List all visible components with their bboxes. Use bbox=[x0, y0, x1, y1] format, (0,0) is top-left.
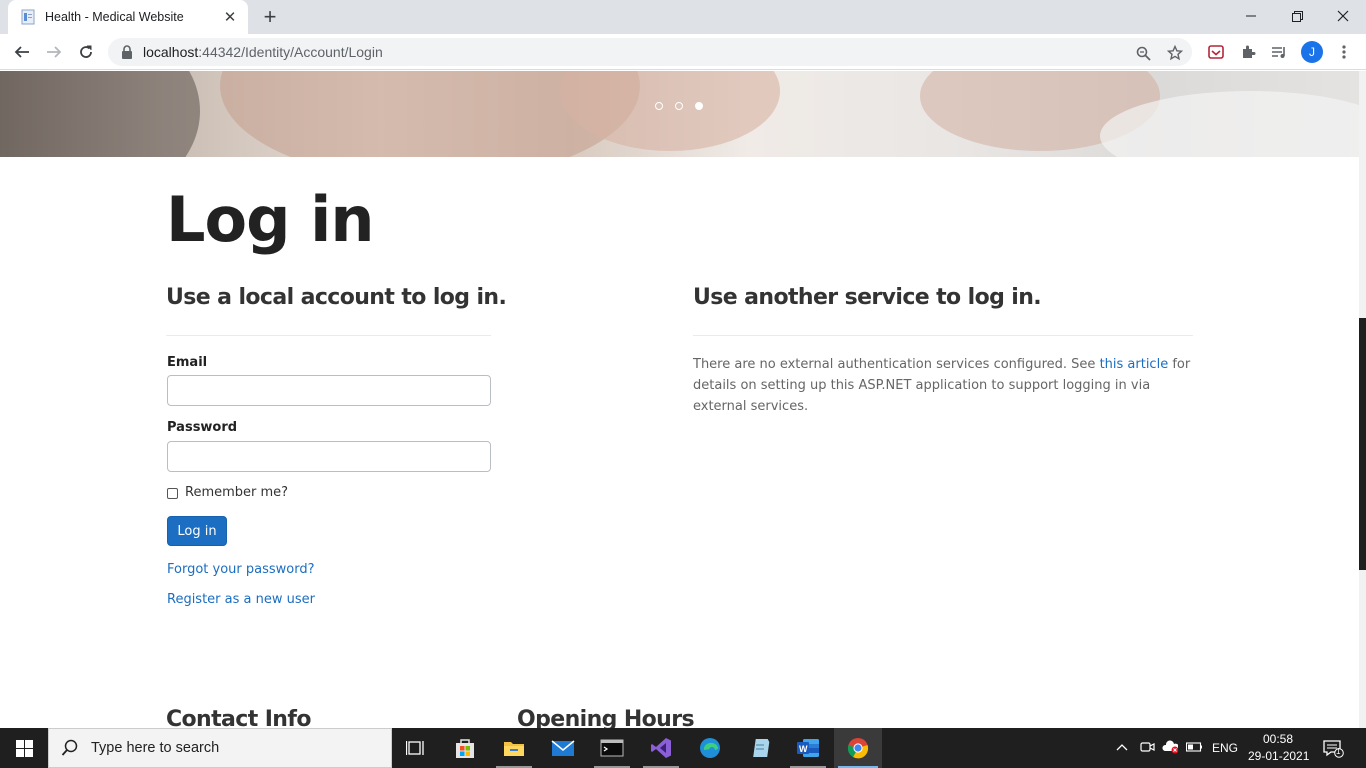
browser-tab-strip: Health - Medical Website ✕ + bbox=[0, 0, 1366, 34]
terminal-app[interactable] bbox=[588, 728, 636, 768]
battery-icon[interactable] bbox=[1186, 739, 1202, 755]
page-title: Log in bbox=[166, 183, 374, 256]
close-window-button[interactable] bbox=[1320, 0, 1366, 32]
lock-icon bbox=[122, 45, 132, 59]
edge-icon bbox=[700, 738, 720, 758]
bookmark-star-icon[interactable] bbox=[1166, 44, 1184, 62]
language-indicator[interactable]: ENG bbox=[1212, 741, 1238, 755]
hero-carousel bbox=[0, 71, 1359, 157]
minimize-icon bbox=[1246, 15, 1256, 17]
search-placeholder: Type here to search bbox=[91, 740, 220, 756]
external-auth-message: There are no external authentication ser… bbox=[693, 354, 1193, 417]
windows-logo-icon bbox=[15, 739, 33, 757]
forward-button[interactable] bbox=[41, 39, 67, 65]
show-hidden-icons[interactable] bbox=[1114, 739, 1130, 755]
carousel-indicators bbox=[655, 102, 703, 110]
new-tab-button[interactable]: + bbox=[258, 4, 282, 29]
chrome-app[interactable] bbox=[834, 728, 882, 768]
carousel-dot-active[interactable] bbox=[695, 102, 703, 110]
task-view-icon bbox=[406, 741, 424, 755]
zoom-icon[interactable] bbox=[1134, 44, 1152, 62]
tab-close-icon[interactable]: ✕ bbox=[222, 9, 238, 26]
task-view-button[interactable] bbox=[392, 728, 440, 768]
article-link[interactable]: this article bbox=[1100, 357, 1169, 372]
restore-button[interactable] bbox=[1274, 0, 1320, 32]
start-button[interactable] bbox=[0, 728, 48, 768]
browser-toolbar: localhost:44342/Identity/Account/Login J bbox=[0, 34, 1366, 70]
mail-icon bbox=[551, 740, 575, 756]
scrollbar-thumb[interactable] bbox=[1359, 318, 1366, 570]
divider bbox=[693, 335, 1193, 336]
arrow-left-icon bbox=[14, 46, 29, 58]
file-explorer-app[interactable] bbox=[490, 728, 538, 768]
email-field[interactable] bbox=[167, 375, 491, 406]
visual-studio-app[interactable] bbox=[637, 728, 685, 768]
page-scrollbar[interactable] bbox=[1359, 71, 1366, 728]
search-icon bbox=[61, 739, 78, 756]
clock-time[interactable]: 00:58 bbox=[1263, 732, 1293, 746]
store-icon bbox=[456, 739, 474, 758]
edge-app[interactable] bbox=[686, 728, 734, 768]
opening-hours-heading: Opening Hours bbox=[517, 707, 695, 728]
clock-date[interactable]: 29-01-2021 bbox=[1248, 749, 1309, 763]
svg-text:W: W bbox=[799, 744, 808, 754]
forgot-password-link[interactable]: Forgot your password? bbox=[167, 562, 315, 577]
address-bar[interactable]: localhost:44342/Identity/Account/Login bbox=[108, 38, 1192, 66]
close-icon bbox=[1337, 10, 1349, 22]
terminal-icon bbox=[600, 739, 624, 757]
contact-info-heading: Contact Info bbox=[166, 707, 311, 728]
email-label: Email bbox=[167, 355, 208, 370]
reload-icon bbox=[80, 45, 92, 58]
reload-button[interactable] bbox=[73, 39, 99, 65]
hero-shadow bbox=[0, 71, 200, 157]
divider bbox=[166, 335, 491, 336]
remember-me-checkbox[interactable] bbox=[167, 488, 178, 499]
browser-tab[interactable]: Health - Medical Website ✕ bbox=[8, 0, 248, 34]
tab-title: Health - Medical Website bbox=[45, 10, 184, 24]
remember-me-label[interactable]: Remember me? bbox=[185, 485, 288, 500]
word-app[interactable]: W bbox=[784, 728, 832, 768]
mail-app[interactable] bbox=[539, 728, 587, 768]
page-favicon-icon bbox=[21, 9, 35, 25]
url-path: :44342/Identity/Account/Login bbox=[198, 44, 383, 60]
back-button[interactable] bbox=[9, 39, 35, 65]
more-menu-icon[interactable] bbox=[1334, 42, 1354, 62]
meet-now-icon[interactable] bbox=[1139, 739, 1155, 755]
minimize-button[interactable] bbox=[1228, 0, 1274, 32]
store-app[interactable] bbox=[441, 728, 489, 768]
puzzle-extensions-icon[interactable] bbox=[1238, 42, 1258, 62]
login-button[interactable]: Log in bbox=[167, 516, 227, 546]
onedrive-error-icon[interactable] bbox=[1162, 739, 1178, 755]
local-account-heading: Use a local account to log in. bbox=[166, 285, 507, 310]
external-text-start: There are no external authentication ser… bbox=[693, 357, 1100, 372]
chrome-icon bbox=[847, 738, 869, 759]
carousel-dot[interactable] bbox=[655, 102, 663, 110]
carousel-dot[interactable] bbox=[675, 102, 683, 110]
notepad-app[interactable] bbox=[735, 728, 783, 768]
url-host: localhost bbox=[143, 44, 199, 60]
pocket-extension-icon[interactable] bbox=[1206, 42, 1226, 62]
register-link[interactable]: Register as a new user bbox=[167, 592, 315, 607]
taskbar: Type here to search W ENG 00:58 29-01-20… bbox=[0, 728, 1366, 768]
external-login-heading: Use another service to log in. bbox=[693, 285, 1042, 310]
profile-avatar[interactable]: J bbox=[1301, 41, 1323, 63]
notification-count: 1 bbox=[1336, 747, 1341, 756]
taskbar-search-box[interactable]: Type here to search bbox=[48, 728, 392, 768]
arrow-right-icon bbox=[47, 46, 62, 58]
notepad-icon bbox=[753, 739, 770, 757]
media-playlist-icon[interactable] bbox=[1269, 42, 1289, 62]
password-label: Password bbox=[167, 420, 238, 435]
folder-icon bbox=[504, 742, 524, 756]
visual-studio-icon bbox=[651, 738, 671, 758]
restore-icon bbox=[1291, 10, 1303, 22]
web-page: Log in Use a local account to log in. Em… bbox=[0, 71, 1366, 728]
word-icon: W bbox=[797, 739, 819, 757]
password-field[interactable] bbox=[167, 441, 491, 472]
notification-center-icon[interactable]: 1 bbox=[1322, 738, 1344, 758]
